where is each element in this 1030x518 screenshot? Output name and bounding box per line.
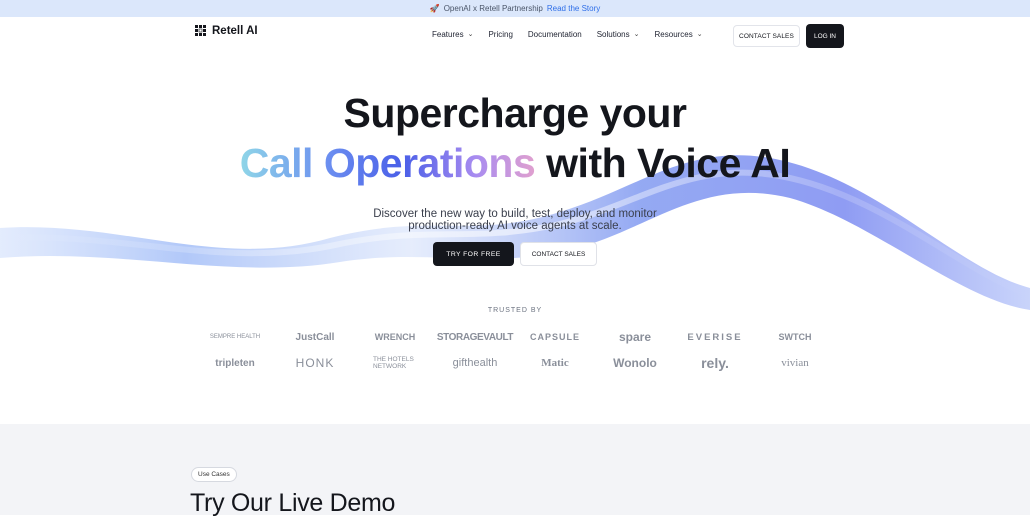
hero-subtext-line-1: Discover the new way to build, test, dep… [373, 208, 657, 220]
chevron-down-icon: ⌄ [467, 30, 474, 38]
rocket-icon: 🚀 [429, 4, 440, 13]
top-navigation: Retell AI Features ⌄ Pricing Documentati… [0, 17, 1030, 55]
nav-item-pricing[interactable]: Pricing [488, 30, 512, 39]
customer-logos-row-2: tripleten HONK THE HOTELS NETWORK gifthe… [195, 352, 835, 374]
contact-sales-button[interactable]: CONTACT SALES [733, 25, 800, 47]
logo-matic: Matic [541, 357, 569, 369]
logo-sempre-health: SEMPRE HEALTH [209, 334, 261, 340]
chevron-down-icon: ⌄ [633, 30, 640, 38]
logo-the-hotels-network: THE HOTELS NETWORK [373, 356, 414, 370]
section-title: Try Our Live Demo [190, 489, 396, 517]
hero-subtext-line-2: production-ready AI voice agents at scal… [408, 219, 622, 232]
nav-item-documentation[interactable]: Documentation [528, 30, 582, 39]
nav-item-features[interactable]: Features ⌄ [432, 30, 473, 39]
headline-rest-text: with Voice AI [535, 140, 791, 186]
logo-vivian: vivian [781, 357, 809, 369]
trusted-by-label: TRUSTED BY [487, 307, 543, 314]
try-for-free-button[interactable]: TRY FOR FREE [433, 242, 514, 266]
nav-item-label: Resources [654, 30, 693, 39]
brand-name: Retell AI [212, 24, 258, 37]
logo-spare: spare [618, 330, 652, 344]
use-cases-section [0, 424, 1030, 515]
logo-swtch: SWTCH [778, 332, 812, 342]
hero-contact-sales-button[interactable]: CONTACT SALES [520, 242, 597, 266]
nav-item-label: Pricing [488, 30, 513, 39]
chevron-down-icon: ⌄ [696, 30, 703, 38]
brand-logo[interactable]: Retell AI [194, 24, 258, 37]
logo-wonolo: Wonolo [613, 356, 657, 370]
headline-line-2: Call Operations with Voice AI [0, 138, 1030, 188]
nav-item-resources[interactable]: Resources ⌄ [655, 30, 703, 39]
logo-wrench: WRENCH [374, 332, 416, 342]
nav-item-solutions[interactable]: Solutions ⌄ [597, 30, 640, 39]
customer-logos-row-1: SEMPRE HEALTH JustCall WRENCH STORAGEVAU… [195, 328, 835, 346]
main-menu: Features ⌄ Pricing Documentation Solutio… [432, 30, 718, 39]
logo-honk: HONK [295, 356, 335, 370]
logo-tripleten: tripleten [215, 357, 255, 369]
headline-line-1: Supercharge your [343, 90, 687, 136]
headline-gradient-text: Call Operations [239, 140, 536, 186]
login-button[interactable]: LOG IN [806, 24, 844, 48]
announcement-banner: 🚀 OpenAI x Retell Partnership Read the S… [0, 0, 1030, 17]
logo-justcall: JustCall [295, 331, 335, 343]
nav-item-label: Solutions [596, 30, 630, 39]
logo-capsule: CAPSULE [529, 332, 580, 342]
banner-text: OpenAI x Retell Partnership [443, 4, 543, 13]
retell-logo-icon [195, 25, 206, 36]
hero-headline: Supercharge your Call Operations with Vo… [0, 88, 1030, 188]
logo-storagevault: STORAGEVAULT [436, 331, 514, 343]
banner-link[interactable]: Read the Story [547, 4, 600, 13]
logo-gifthealth: gifthealth [452, 357, 498, 369]
logo-everise: EVERISE [687, 331, 743, 343]
use-cases-tag: Use Cases [191, 467, 237, 482]
logo-rely: rely. [701, 355, 729, 371]
hero-subtext: Discover the new way to build, test, dep… [0, 208, 1030, 232]
nav-item-label: Documentation [527, 30, 582, 39]
nav-item-label: Features [432, 30, 464, 39]
